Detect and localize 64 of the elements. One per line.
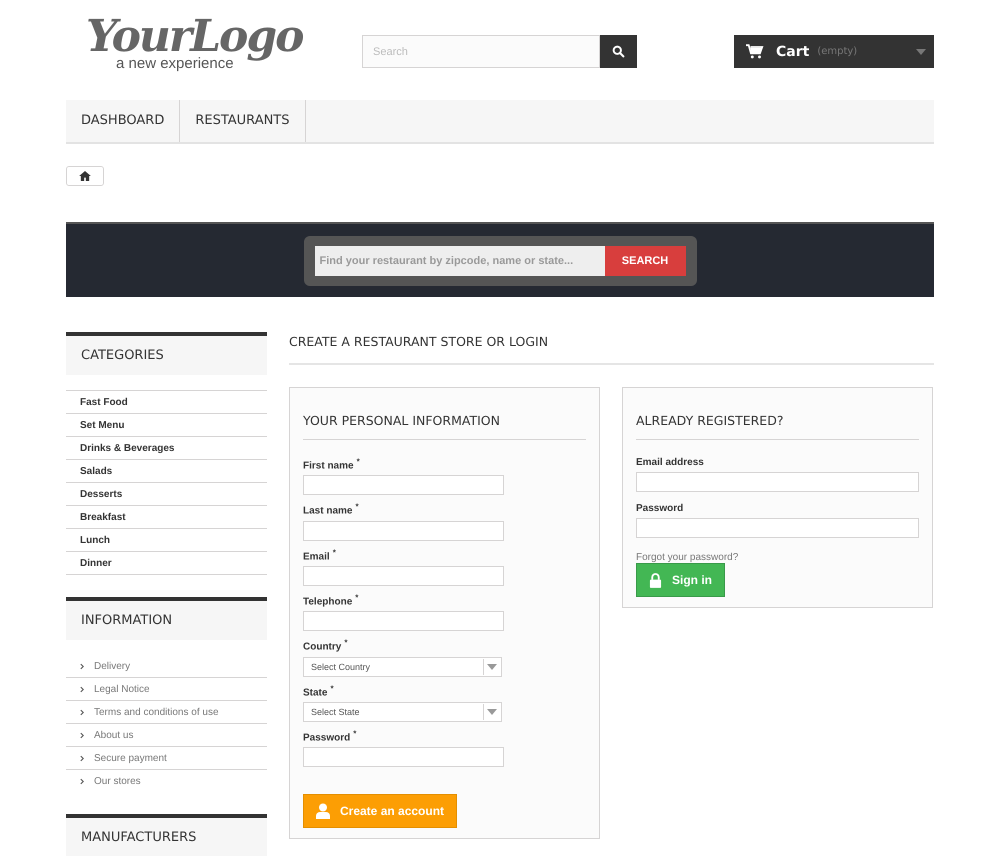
input-field[interactable] [303, 611, 504, 632]
sidebar-link[interactable]: Dinner [66, 551, 267, 575]
sidebar-link-text[interactable]: Terms and conditions of use [94, 706, 219, 718]
field-label: Password [636, 503, 684, 514]
field-label: Email address [636, 457, 704, 468]
input-field[interactable] [303, 566, 504, 586]
block-heading: INFORMATION [66, 597, 267, 640]
sidebar-link[interactable]: Fast Food [66, 390, 267, 413]
lock-icon [649, 572, 662, 588]
chevron-icon [80, 662, 84, 670]
field-label: Telephone $^{*}$ [303, 592, 358, 608]
home-button[interactable] [66, 166, 104, 186]
input-field[interactable] [303, 520, 504, 541]
field-label: Country $^{*}$ [303, 638, 348, 653]
sidebar-link[interactable]: Desserts [66, 482, 267, 505]
logo[interactable]: YourLogo a new experience [86, 12, 301, 76]
user-icon [316, 803, 330, 820]
sidebar-link[interactable]: Breakfast [66, 505, 267, 528]
menu-item[interactable]: DASHBOARD [66, 100, 180, 142]
chevron-icon [80, 708, 84, 716]
chevron-icon [80, 686, 84, 692]
field-label: Email $^{*}$ [303, 548, 336, 562]
cart-icon [746, 44, 764, 59]
sidebar-link-text[interactable]: Delivery [94, 660, 130, 672]
chevron-icon [80, 732, 84, 738]
select-field[interactable]: Select Country [303, 656, 502, 677]
form-heading: YOUR PERSONAL INFORMATION [303, 410, 586, 440]
sidebar-link[interactable]: Set Menu [66, 413, 267, 436]
sidebar-link[interactable]: Drinks & Beverages [66, 436, 267, 459]
caret-icon [916, 49, 926, 55]
block-heading: CATEGORIES [66, 332, 267, 375]
chevron-icon [80, 754, 84, 762]
forgot-password-link[interactable]: Forgot your password? [636, 552, 738, 563]
sidebar-link-text[interactable]: Our stores [94, 776, 141, 786]
cart-label: Cart [776, 44, 810, 60]
sidebar-link-text[interactable]: Secure payment [94, 752, 167, 764]
sidebar-link-text[interactable]: About us [94, 730, 134, 740]
restaurant-search-field[interactable]: Find your restaurant by zipcode, name or state... [314, 246, 604, 276]
page-title: CREATE A RESTAURANT STORE OR LOGIN [289, 332, 934, 365]
field-label: First name $^{*}$ [303, 457, 360, 472]
sidebar-link-text[interactable]: Legal Notice [94, 684, 150, 694]
caret-icon [487, 708, 497, 715]
cart-status: (empty) [817, 46, 858, 57]
search-icon [612, 45, 625, 58]
input-field[interactable] [636, 518, 919, 538]
form-heading: ALREADY REGISTERED? [636, 410, 919, 440]
input-field[interactable] [636, 472, 919, 492]
field-label: Password $^{*}$ [303, 728, 356, 744]
search-button[interactable]: SEARCH [604, 246, 686, 276]
select-field[interactable]: Select State [303, 702, 502, 722]
home-icon [79, 171, 91, 181]
field-label: Last name $^{*}$ [303, 502, 359, 517]
cart-button[interactable]: Cart (empty) [734, 35, 934, 68]
search-field[interactable]: Search [362, 35, 600, 68]
input-field[interactable] [303, 475, 504, 496]
input-field[interactable] [303, 747, 504, 768]
sidebar-link[interactable]: Salads [66, 459, 267, 482]
menu-item[interactable]: RESTAURANTS [180, 100, 306, 142]
block-heading: MANUFACTURERS [66, 814, 267, 856]
sidebar-link[interactable]: Lunch [66, 528, 267, 551]
field-label: State $^{*}$ [303, 684, 334, 698]
chevron-icon [80, 778, 84, 784]
caret-icon [487, 664, 497, 670]
search-button[interactable] [600, 35, 637, 68]
